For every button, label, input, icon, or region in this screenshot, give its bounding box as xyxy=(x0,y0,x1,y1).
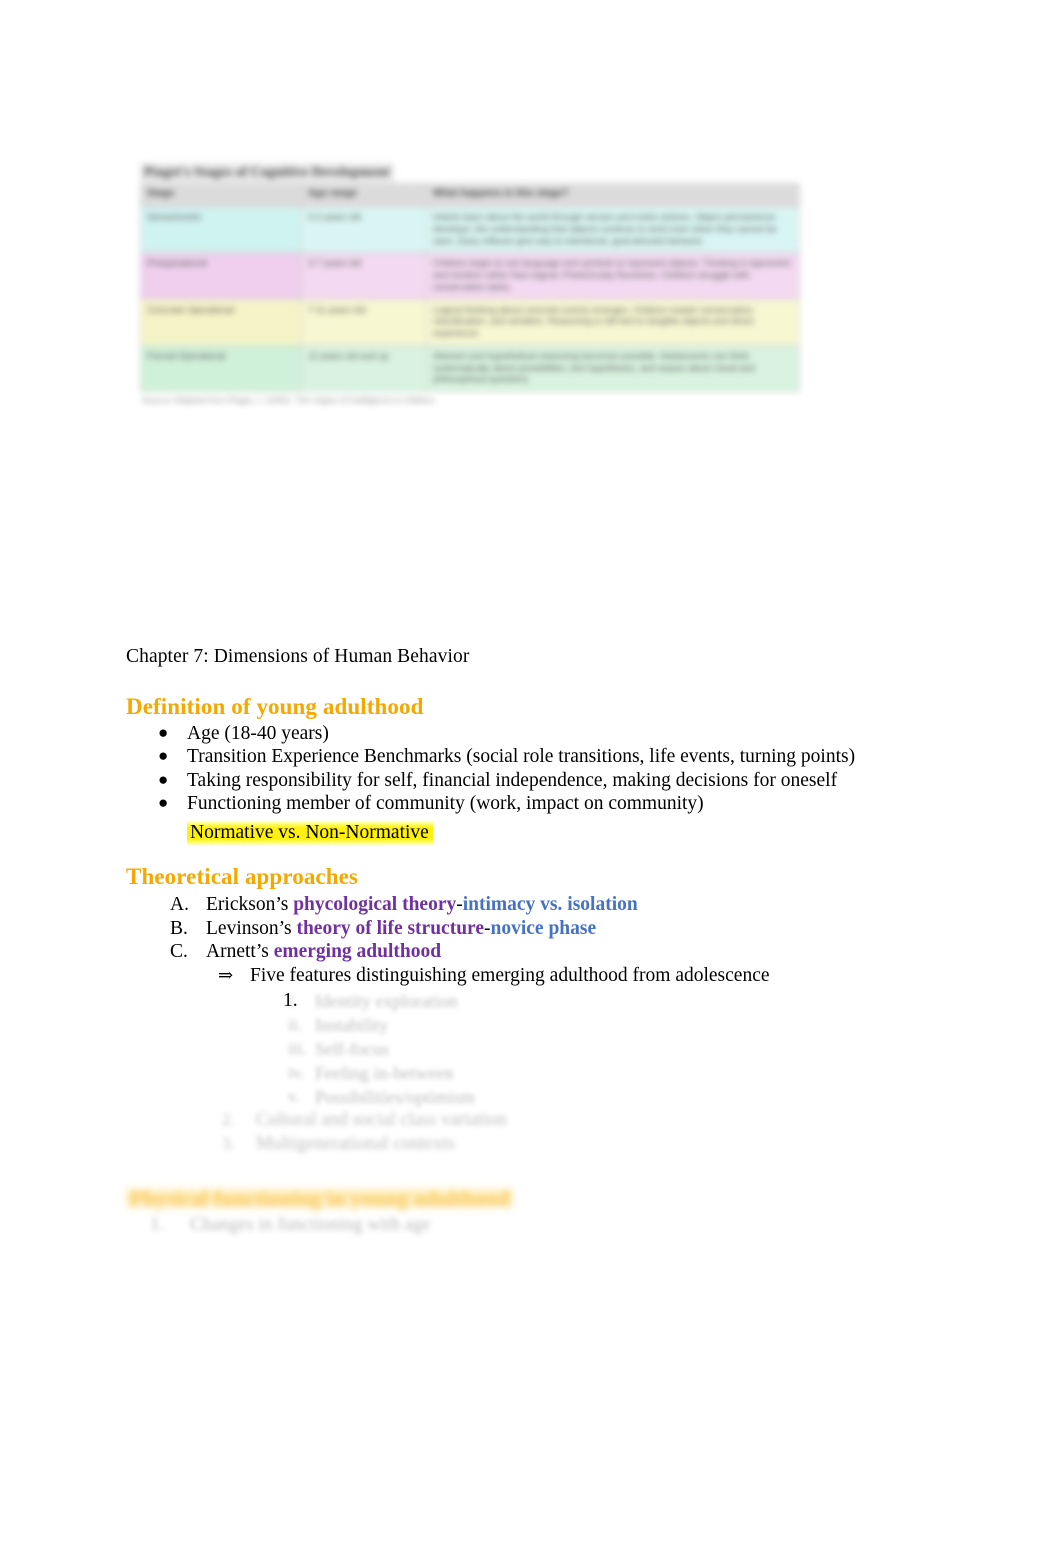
list-item: ii. Instability xyxy=(222,1013,475,1037)
list-item: 2. Cultural and social class variation xyxy=(222,1108,507,1132)
theorist-name: Levinson’s xyxy=(206,917,297,939)
list-item: v. Possibilities/optimism xyxy=(222,1085,475,1109)
list-item-label: Feeling in-between xyxy=(315,1063,454,1083)
definition-bullet-list: ● Age (18-40 years) ● Transition Experie… xyxy=(151,722,855,815)
list-item: ● Transition Experience Benchmarks (soci… xyxy=(151,745,855,768)
five-features-line: ⇒ Five features distinguishing emerging a… xyxy=(218,964,770,988)
heading-theoretical-approaches: Theoretical approaches xyxy=(126,864,358,889)
heading-physical-functioning: Physical functioning in young adulthood xyxy=(126,1186,514,1212)
theory-stage: intimacy vs. isolation xyxy=(462,894,638,915)
faded-numbered-list: 2. Cultural and social class variation 3… xyxy=(222,1108,507,1156)
list-marker: iii. xyxy=(288,1039,307,1058)
list-marker: ii. xyxy=(288,1015,302,1034)
table-row: Formal Operational 12 years old and up A… xyxy=(140,344,800,393)
theory-term: phycological theory xyxy=(293,894,457,915)
cell-stage: Formal Operational xyxy=(140,344,302,393)
list-marker: iv. xyxy=(288,1063,305,1082)
list-item: C. Arnett’s emerging adulthood xyxy=(170,940,638,964)
list-item-label: Identity exploration xyxy=(315,991,458,1011)
cell-description: Infants learn about the world through se… xyxy=(426,205,800,254)
list-item-label: Age (18-40 years) xyxy=(187,723,329,744)
piaget-stages-table: Stage Age range What happens in this sta… xyxy=(140,183,800,393)
list-item-label: Possibilities/optimism xyxy=(315,1087,476,1107)
cell-age: 0-2 years old xyxy=(301,205,427,254)
five-features-label: Five features distinguishing emerging ad… xyxy=(250,965,770,986)
table-row: Preoperational 2-7 years old Children be… xyxy=(140,252,800,300)
list-item: i. Identity exploration xyxy=(222,989,475,1013)
table-body: Sensorimotor 0-2 years old Infants learn… xyxy=(140,205,800,393)
bullet-icon: ● xyxy=(158,792,169,812)
list-item: B. Levinson’s theory of life structure-no… xyxy=(170,917,638,941)
theorist-name: Erickson’s xyxy=(206,894,294,915)
list-item: iv. Feeling in-between xyxy=(222,1061,475,1085)
cell-age: 2-7 years old xyxy=(301,252,427,300)
list-marker: B. xyxy=(170,917,188,939)
column-header-stage: Stage xyxy=(140,183,302,207)
list-item: ● Age (18-40 years) xyxy=(151,722,855,745)
cell-stage: Concrete Operational xyxy=(140,298,302,346)
list-item-label: Multigenerational contexts xyxy=(256,1134,455,1154)
list-item-label: Self-focus xyxy=(315,1039,389,1059)
list-item: ● Taking responsibility for self, financ… xyxy=(151,769,855,792)
chapter-title: Chapter 7: Dimensions of Human Behavior xyxy=(126,646,470,667)
double-arrow-icon: ⇒ xyxy=(218,965,234,985)
list-marker: i. xyxy=(288,991,297,1010)
bullet-icon: ● xyxy=(158,769,169,789)
cell-age: 12 years old and up xyxy=(301,344,427,393)
highlighted-note: Normative vs. Non-Normative xyxy=(187,820,433,847)
list-marker: 1. xyxy=(150,1215,164,1235)
figure-caption: Source: Adapted from Piaget, J. (1952). … xyxy=(142,395,437,406)
theory-stage: novice phase xyxy=(490,917,597,939)
theory-term: emerging adulthood xyxy=(273,941,442,963)
faded-list-item: 1. Changes in functioning with age xyxy=(150,1215,430,1236)
figure-title: Piaget's Stages of Cognitive Development xyxy=(140,163,394,182)
document-page: Piaget's Stages of Cognitive Development… xyxy=(0,0,1062,1556)
list-marker: C. xyxy=(170,941,188,963)
list-item: ● Functioning member of community (work,… xyxy=(151,792,855,815)
theorist-name: Arnett’s xyxy=(206,941,274,963)
cell-description: Logical thinking about concrete events e… xyxy=(426,298,800,346)
theory-term: theory of life structure xyxy=(296,917,485,939)
heading-definition-young-adulthood: Definition of young adulthood xyxy=(126,694,424,719)
list-item: A. Erickson’s phycological theory-intimac… xyxy=(170,893,638,917)
table-row: Sensorimotor 0-2 years old Infants learn… xyxy=(140,205,800,254)
bullet-icon: ● xyxy=(158,746,169,766)
list-item-label: Changes in functioning with age xyxy=(190,1215,431,1235)
list-marker: A. xyxy=(170,894,189,915)
list-marker: v. xyxy=(288,1087,300,1106)
cell-description: Abstract and hypothetical reasoning beco… xyxy=(426,344,800,393)
column-header-what: What happens in this stage? xyxy=(426,183,800,207)
list-marker: 3. xyxy=(222,1134,235,1153)
list-item-label: Functioning member of community (work, i… xyxy=(187,792,704,814)
bullet-icon: ● xyxy=(158,723,169,742)
theoretical-approaches-list: A. Erickson’s phycological theory-intimac… xyxy=(170,893,638,964)
list-item-label: Taking responsibility for self, financia… xyxy=(187,769,838,791)
column-header-age: Age range xyxy=(301,183,427,207)
cell-description: Children begin to use language and symbo… xyxy=(426,252,800,300)
list-marker: 2. xyxy=(222,1110,235,1129)
cell-stage: Preoperational xyxy=(140,252,302,300)
list-item-label: Cultural and social class variation xyxy=(256,1110,507,1130)
table-row: Concrete Operational 7-11 years old Logi… xyxy=(140,298,800,346)
list-item: 3. Multigenerational contexts xyxy=(222,1132,507,1156)
cell-stage: Sensorimotor xyxy=(140,205,302,254)
list-item-label: Instability xyxy=(315,1015,388,1035)
piaget-stages-figure: Piaget's Stages of Cognitive Development… xyxy=(140,163,800,406)
table-header: Stage Age range What happens in this sta… xyxy=(140,183,800,207)
cell-age: 7-11 years old xyxy=(301,298,427,346)
table-header-row: Stage Age range What happens in this sta… xyxy=(140,183,800,207)
faded-subitem-list: i. Identity exploration ii. Instability … xyxy=(222,989,475,1109)
list-item-label: Transition Experience Benchmarks (social… xyxy=(187,746,856,768)
list-item: iii. Self-focus xyxy=(222,1037,475,1061)
